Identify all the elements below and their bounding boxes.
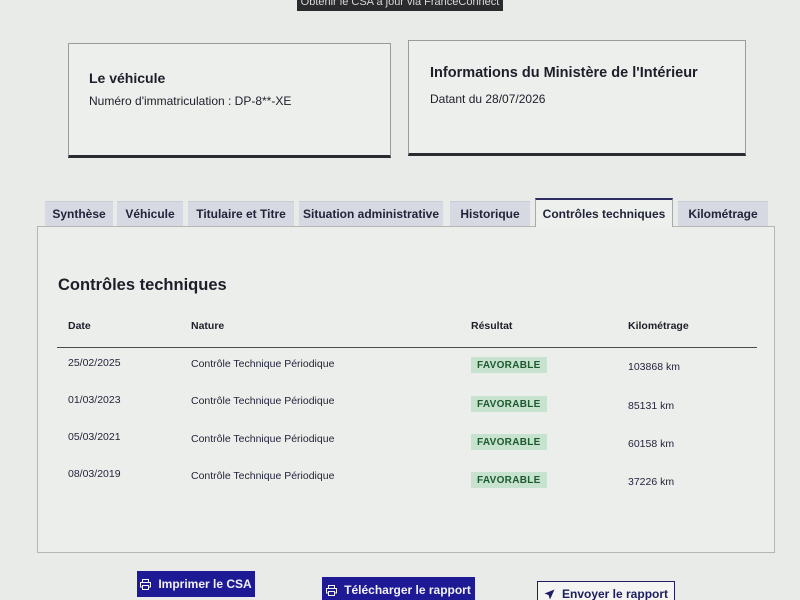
send-report-button[interactable]: Envoyer le rapport <box>537 581 675 600</box>
row-mileage: 60158 km <box>628 438 675 450</box>
row-date: 01/03/2023 <box>68 394 121 406</box>
table-header-divider <box>57 347 757 348</box>
status-badge: FAVORABLE <box>471 434 547 450</box>
row-nature: Contrôle Technique Périodique <box>191 358 335 370</box>
row-date: 05/03/2021 <box>68 431 121 443</box>
column-header-result: Résultat <box>471 320 513 332</box>
status-badge: FAVORABLE <box>471 472 547 488</box>
status-badge: FAVORABLE <box>471 357 547 373</box>
ministry-card-title: Informations du Ministère de l'Intérieur <box>430 65 698 81</box>
tab-titulaire[interactable]: Titulaire et Titre <box>188 201 294 226</box>
print-csa-label: Imprimer le CSA <box>158 577 252 591</box>
table-row: 25/02/2025 Contrôle Technique Périodique… <box>38 355 776 385</box>
vehicle-card: Le véhicule Numéro d'immatriculation : D… <box>68 43 391 158</box>
row-mileage: 103868 km <box>628 361 680 373</box>
tab-panel: Contrôles techniques Date Nature Résulta… <box>37 226 775 553</box>
column-header-mileage: Kilométrage <box>628 320 689 332</box>
table-row: 05/03/2021 Contrôle Technique Périodique… <box>38 430 776 460</box>
tab-synthese[interactable]: Synthèse <box>45 201 113 226</box>
tab-controles-techniques[interactable]: Contrôles techniques <box>535 198 673 227</box>
row-date: 08/03/2019 <box>68 468 121 480</box>
send-icon <box>544 589 555 600</box>
column-header-date: Date <box>68 320 91 332</box>
printer-icon <box>326 584 338 596</box>
printer-icon <box>140 578 152 590</box>
row-nature: Contrôle Technique Périodique <box>191 395 335 407</box>
row-nature: Contrôle Technique Périodique <box>191 470 335 482</box>
table-row: 01/03/2023 Contrôle Technique Périodique… <box>38 393 776 423</box>
panel-title: Contrôles techniques <box>58 276 227 294</box>
column-header-nature: Nature <box>191 320 225 332</box>
vehicle-card-title: Le véhicule <box>89 70 166 86</box>
tab-historique[interactable]: Historique <box>450 201 530 226</box>
tab-kilometrage[interactable]: Kilométrage <box>678 201 768 226</box>
download-report-label: Télécharger le rapport <box>344 583 471 597</box>
table-row: 08/03/2019 Contrôle Technique Périodique… <box>38 467 776 497</box>
ministry-info-card: Informations du Ministère de l'Intérieur… <box>408 40 746 156</box>
print-csa-button[interactable]: Imprimer le CSA <box>137 571 255 597</box>
get-csa-button[interactable]: Obtenir le CSA à jour via FranceConnect <box>297 0 503 11</box>
status-badge: FAVORABLE <box>471 396 547 412</box>
row-mileage: 37226 km <box>628 476 675 488</box>
row-nature: Contrôle Technique Périodique <box>191 433 335 445</box>
row-mileage: 85131 km <box>628 400 675 412</box>
registration-number: Numéro d'immatriculation : DP-8**-XE <box>89 94 292 108</box>
row-date: 25/02/2025 <box>68 357 121 369</box>
send-report-label: Envoyer le rapport <box>561 587 669 600</box>
tab-vehicule[interactable]: Véhicule <box>117 201 183 226</box>
ministry-info-date: Datant du 28/07/2026 <box>430 92 546 106</box>
download-report-button[interactable]: Télécharger le rapport <box>322 577 475 600</box>
tab-situation-administrative[interactable]: Situation administrative <box>299 201 443 226</box>
